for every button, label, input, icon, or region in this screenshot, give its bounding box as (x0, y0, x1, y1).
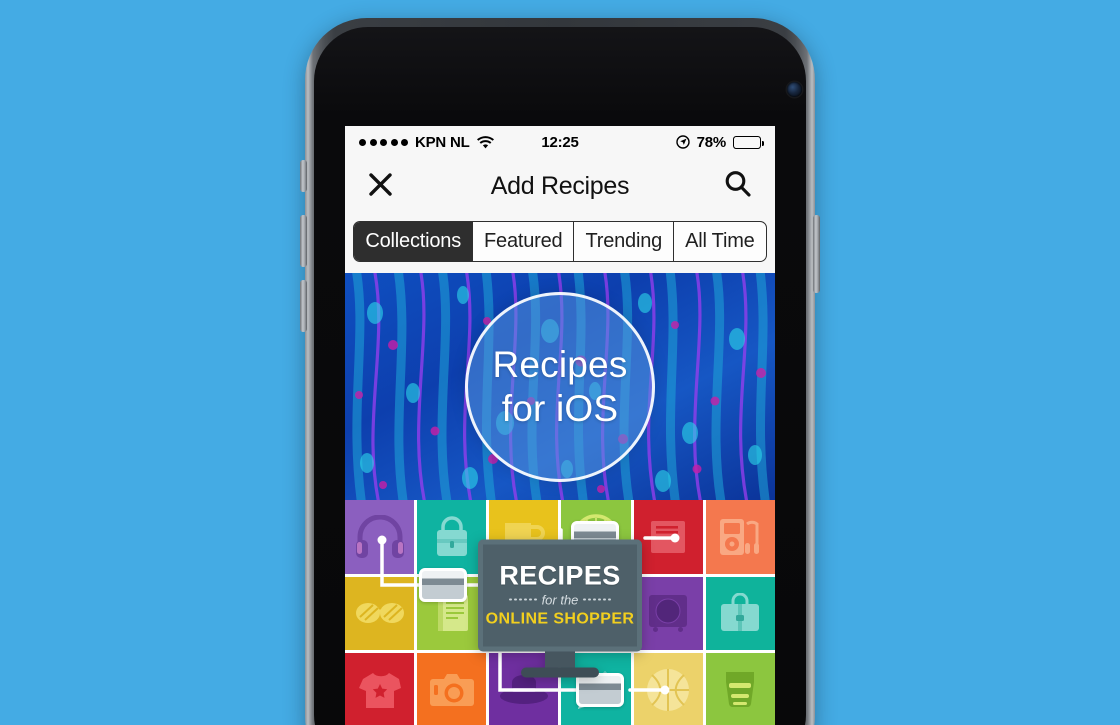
wifi-icon (476, 135, 494, 149)
handbag-icon (436, 516, 467, 556)
monitor-screen: RECIPES for the ONLINE SHOPPER (478, 538, 642, 651)
clock-label: 12:25 (541, 133, 579, 151)
monitor-subtitle: for the (541, 591, 579, 607)
battery-icon (733, 135, 765, 149)
phone-screen: KPN NL 12:25 78% Add Recipes Collections… (345, 126, 775, 725)
tab-featured[interactable]: Featured (472, 222, 573, 261)
tile-speaker (633, 576, 703, 651)
status-bar: KPN NL 12:25 78% (345, 126, 775, 158)
collection-card-recipes-for-ios[interactable]: Recipes for iOS (345, 273, 775, 500)
front-camera-icon (787, 82, 802, 97)
mute-switch-button[interactable] (300, 160, 307, 192)
volume-down-button[interactable] (300, 280, 307, 332)
hat-icon (499, 675, 548, 705)
book-icon (651, 520, 686, 553)
hero-title-line-2: for iOS (501, 387, 619, 429)
camera-icon (429, 674, 474, 707)
tab-all-time[interactable]: All Time (673, 222, 766, 261)
monitor-title: RECIPES (499, 559, 621, 590)
headphones-icon (355, 514, 404, 558)
basketball-icon (647, 669, 690, 712)
tile-basketball (633, 653, 703, 725)
page-title: Add Recipes (490, 172, 630, 200)
power-button[interactable] (813, 215, 820, 293)
ipod-icon (720, 518, 760, 555)
monitor-graphic: RECIPES for the ONLINE SHOPPER (478, 538, 642, 677)
monitor-tagline: ONLINE SHOPPER (485, 609, 635, 627)
monitor-subtitle-row: for the (509, 592, 611, 607)
monitor-neck (545, 650, 575, 667)
status-bar-right: 78% (579, 133, 765, 151)
battery-percent-label: 78% (696, 133, 727, 151)
tab-collections[interactable]: Collections (354, 222, 473, 261)
search-button[interactable] (723, 169, 753, 204)
tile-ipod (705, 500, 775, 574)
carrier-label: KPN NL (415, 133, 470, 151)
tile-lens (705, 653, 775, 725)
location-arrow-icon (675, 135, 690, 149)
lens-icon (726, 672, 755, 708)
close-x-icon (367, 171, 394, 203)
hero-badge-circle: Recipes for iOS (465, 291, 655, 482)
tile-handbag (417, 500, 487, 574)
segment-bar: Collections Featured Trending All Time (345, 215, 775, 273)
collection-card-online-shopper[interactable]: RECIPES for the ONLINE SHOPPER (345, 500, 775, 725)
status-bar-left: KPN NL (359, 134, 541, 151)
volume-up-button[interactable] (300, 215, 307, 267)
tshirt-icon (358, 673, 401, 709)
tile-headphones (345, 500, 415, 574)
search-icon (723, 169, 753, 204)
signal-strength-icon (359, 138, 408, 146)
tile-camera (417, 653, 487, 725)
navigation-bar: Add Recipes (345, 158, 775, 215)
dot-separator-left (509, 598, 537, 601)
sunglasses-icon (355, 603, 404, 624)
close-button[interactable] (367, 171, 394, 203)
tile-briefcase (705, 576, 775, 651)
dot-separator-right (583, 598, 611, 601)
monitor-base (521, 666, 599, 677)
tile-tshirt (345, 653, 415, 725)
credit-card-chip-left (419, 568, 467, 602)
tile-book (633, 500, 703, 574)
briefcase-icon (721, 593, 760, 632)
credit-card-chip-bottom (576, 673, 624, 707)
hero-title-line-1: Recipes (492, 344, 628, 386)
segmented-control[interactable]: Collections Featured Trending All Time (353, 221, 767, 262)
tab-trending[interactable]: Trending (573, 222, 673, 261)
tile-sunglasses (345, 576, 415, 651)
speaker-icon (649, 595, 688, 633)
status-bar-center: 12:25 (541, 133, 579, 151)
